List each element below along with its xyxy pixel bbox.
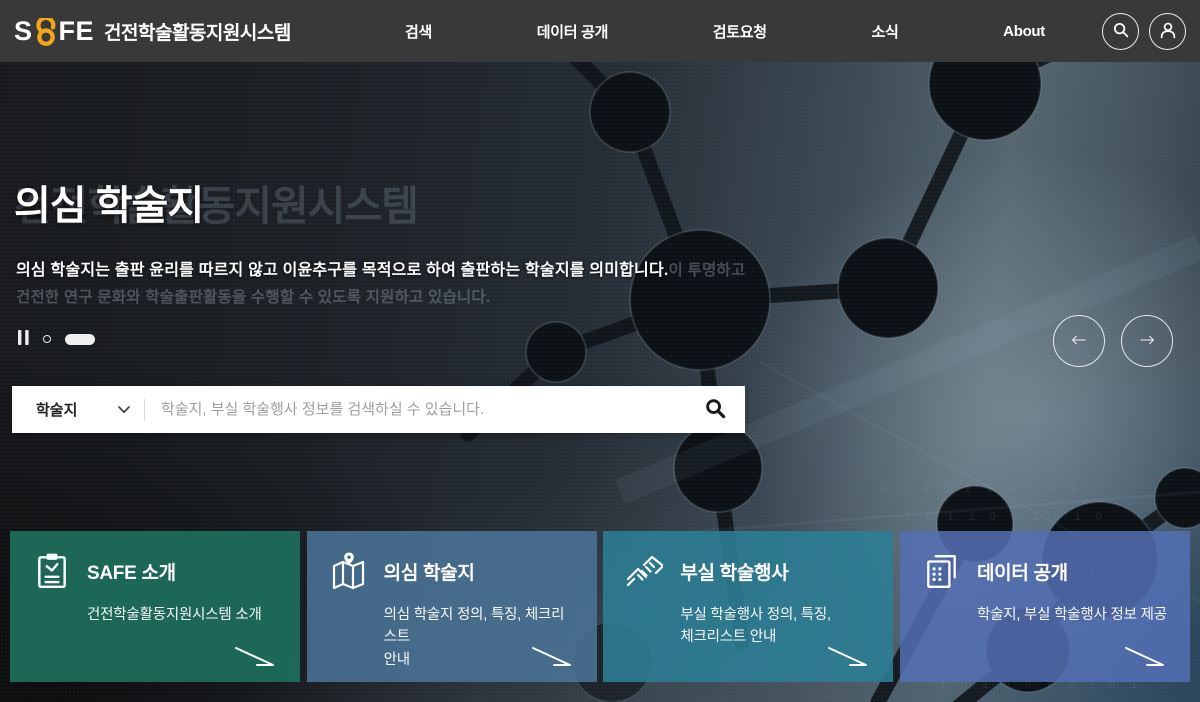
- search-input[interactable]: [145, 401, 704, 418]
- card-title: 의심 학술지: [384, 558, 475, 585]
- carousel-prev-button[interactable]: [1053, 315, 1105, 367]
- card-data-open[interactable]: 데이터 공개 학술지, 부실 학술행사 정보 제공: [900, 531, 1190, 682]
- card-title: 부실 학술행사: [680, 558, 788, 585]
- hero-description-text: 의심 학술지는 출판 윤리를 따르지 않고 이윤추구를 목적으로 하여 출판하는…: [16, 262, 669, 279]
- card-description: 건전학술활동지원시스템 소개: [87, 604, 278, 626]
- card-description: 부실 학술행사 정의, 특징, 체크리스트 안내: [680, 604, 871, 649]
- nav-user-button[interactable]: [1149, 13, 1186, 50]
- diagonal-arrow-icon: [825, 645, 871, 669]
- search-icon: [1110, 19, 1132, 44]
- hero-banner: 0 1 0 0 1 1 0 1 0 1 1 0 1 1 0 0 1 0 1 0 …: [0, 62, 1200, 702]
- svg-text:0 1 0 0 1 1 0 1 0 1: 0 1 0 0 1 1 0 1 0 1: [880, 483, 1083, 495]
- search-icon: [704, 397, 727, 423]
- handshake-icon: [625, 551, 665, 591]
- card-header: 의심 학술지: [329, 551, 575, 591]
- nav-item-data-open[interactable]: 데이터 공개: [537, 21, 608, 42]
- chevron-down-icon: [118, 401, 130, 419]
- card-header: 데이터 공개: [922, 551, 1168, 591]
- hero-search-bar: 학술지: [12, 386, 745, 433]
- user-icon: [1157, 19, 1179, 44]
- open-lock-icon: [34, 18, 58, 47]
- diagonal-arrow-icon: [232, 645, 278, 669]
- card-title: SAFE 소개: [87, 558, 176, 585]
- search-category-value: 학술지: [36, 399, 77, 420]
- logo-letters-fe: FE: [59, 18, 95, 45]
- nav-item-news[interactable]: 소식: [871, 21, 898, 42]
- nav-icon-buttons: [1102, 0, 1186, 62]
- safe-homepage: S FE 건전학술활동지원시스템 검색 데이터 공개 검토요청 소식 About: [0, 0, 1200, 702]
- map-pin-icon: [329, 551, 369, 591]
- card-safe-intro[interactable]: SAFE 소개 건전학술활동지원시스템 소개: [10, 531, 300, 682]
- hero-ghost-description-tail: 이 투명하고: [669, 262, 746, 279]
- carousel-arrows: [1053, 315, 1173, 367]
- main-nav: 검색 데이터 공개 검토요청 소식 About: [405, 0, 1045, 62]
- card-suspicious-journal[interactable]: 의심 학술지 의심 학술지 정의, 특징, 체크리스트 안내: [307, 531, 597, 682]
- card-header: SAFE 소개: [32, 551, 278, 591]
- card-title: 데이터 공개: [977, 558, 1068, 585]
- svg-text:1 0 1 1 0 0 1 0 1 0: 1 0 1 1 0 0 1 0 1 0: [905, 511, 1108, 523]
- hero-ghost-description-line2: 건전한 연구 문화와 학술출판활동을 수행할 수 있도록 지원하고 있습니다.: [16, 285, 490, 307]
- site-name: 건전학술활동지원시스템: [104, 18, 291, 45]
- brand-logo[interactable]: S FE 건전학술활동지원시스템: [14, 17, 291, 46]
- quick-link-cards: SAFE 소개 건전학술활동지원시스템 소개: [0, 531, 1200, 682]
- arrow-left-icon: [1064, 325, 1094, 358]
- card-description: 학술지, 부실 학술행사 정보 제공: [977, 604, 1168, 626]
- diagonal-arrow-icon: [1122, 645, 1168, 669]
- clipboard-check-icon: [32, 551, 72, 591]
- nav-item-about[interactable]: About: [1003, 23, 1045, 40]
- pause-icon: [18, 330, 29, 348]
- logo-letter-s: S: [14, 18, 33, 45]
- carousel-next-button[interactable]: [1121, 315, 1173, 367]
- nav-item-search[interactable]: 검색: [405, 21, 432, 42]
- hero-title: 의심 학술지: [14, 173, 203, 231]
- top-navbar: S FE 건전학술활동지원시스템 검색 데이터 공개 검토요청 소식 About: [0, 0, 1200, 62]
- carousel-dot-active[interactable]: [65, 334, 95, 345]
- nav-search-button[interactable]: [1102, 13, 1139, 50]
- hero-description: 의심 학술지는 출판 윤리를 따르지 않고 이윤추구를 목적으로 하여 출판하는…: [16, 256, 745, 280]
- search-submit-button[interactable]: [704, 397, 745, 423]
- nav-item-review-request[interactable]: 검토요청: [713, 21, 767, 42]
- documents-icon: [922, 551, 962, 591]
- card-header: 부실 학술행사: [625, 551, 871, 591]
- arrow-right-icon: [1132, 325, 1162, 358]
- carousel-pause-button[interactable]: [18, 330, 29, 348]
- search-category-select[interactable]: 학술지: [12, 399, 144, 420]
- carousel-controls: [18, 330, 95, 348]
- card-poor-conference[interactable]: 부실 학술행사 부실 학술행사 정의, 특징, 체크리스트 안내: [603, 531, 893, 682]
- carousel-dot-inactive[interactable]: [43, 335, 51, 343]
- diagonal-arrow-icon: [529, 645, 575, 669]
